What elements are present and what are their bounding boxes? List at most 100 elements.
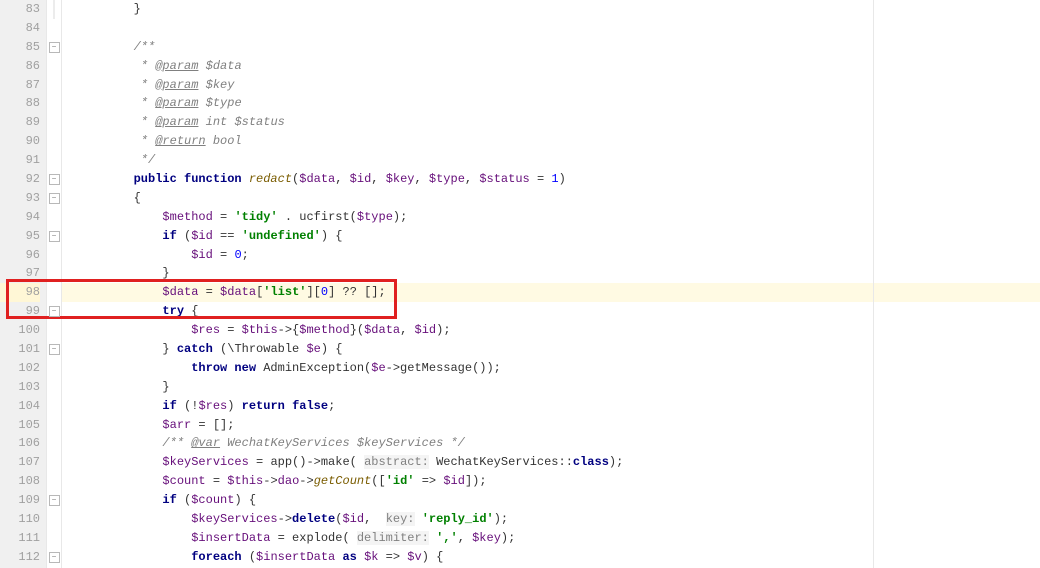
token: ); (436, 323, 450, 337)
line-number: 89 (0, 113, 40, 132)
fold-toggle-icon[interactable]: − (49, 231, 60, 242)
fold-toggle-icon[interactable]: − (49, 42, 60, 53)
fold-toggle-icon[interactable]: − (49, 306, 60, 317)
fold-cell[interactable] (47, 19, 61, 38)
code-line[interactable]: $data = $data['list'][0] ?? []; (62, 283, 1040, 302)
token: key: (386, 512, 415, 526)
token: catch (177, 342, 213, 356)
token: foreach (191, 550, 241, 564)
fold-cell[interactable] (47, 151, 61, 170)
fold-cell[interactable] (47, 378, 61, 397)
line-number: 106 (0, 434, 40, 453)
line-number: 111 (0, 529, 40, 548)
line-number: 84 (0, 19, 40, 38)
fold-cell[interactable] (47, 57, 61, 76)
code-area[interactable]: } /** * @param $data * @param $key * @pa… (62, 0, 1040, 568)
fold-cell[interactable] (47, 529, 61, 548)
fold-cell[interactable] (47, 264, 61, 283)
token: 1 (551, 172, 558, 186)
fold-toggle-icon[interactable]: − (49, 193, 60, 204)
token: */ (76, 153, 155, 167)
code-editor[interactable]: 8384858687888990919293949596979899100101… (0, 0, 1040, 568)
token: , (415, 172, 429, 186)
code-line[interactable]: try { (62, 302, 1040, 321)
token: $method (162, 210, 212, 224)
token: -> (299, 474, 313, 488)
code-line[interactable]: $count = $this->dao->getCount(['id' => $… (62, 472, 1040, 491)
code-line[interactable]: throw new AdminException($e->getMessage(… (62, 359, 1040, 378)
fold-cell[interactable] (47, 246, 61, 265)
fold-cell[interactable]: − (47, 170, 61, 189)
code-line[interactable]: { (62, 189, 1040, 208)
token: => (378, 550, 407, 564)
token: * (76, 59, 155, 73)
code-line[interactable]: if ($count) { (62, 491, 1040, 510)
code-line[interactable]: * @param int $status (62, 113, 1040, 132)
token: ); (609, 455, 623, 469)
code-line[interactable]: $arr = []; (62, 416, 1040, 435)
fold-toggle-icon[interactable]: − (49, 174, 60, 185)
token: $v (407, 550, 421, 564)
fold-toggle-icon[interactable]: − (49, 344, 60, 355)
token: $key (386, 172, 415, 186)
fold-cell[interactable] (47, 283, 61, 302)
fold-column[interactable]: − − − − − − − − (47, 0, 62, 568)
code-line[interactable]: } (62, 264, 1040, 283)
code-line[interactable]: * @param $data (62, 57, 1040, 76)
code-line[interactable]: $insertData = explode( delimiter: ',', $… (62, 529, 1040, 548)
code-line[interactable]: if (!$res) return false; (62, 397, 1040, 416)
fold-cell[interactable]: − (47, 227, 61, 246)
fold-cell[interactable] (47, 397, 61, 416)
code-line[interactable]: } catch (\Throwable $e) { (62, 340, 1040, 359)
fold-cell[interactable] (47, 113, 61, 132)
token: $insertData (256, 550, 335, 564)
fold-cell[interactable] (47, 359, 61, 378)
code-line[interactable]: * @return bool (62, 132, 1040, 151)
code-line[interactable]: public function redact($data, $id, $key,… (62, 170, 1040, 189)
code-line[interactable]: $res = $this->{$method}($data, $id); (62, 321, 1040, 340)
line-number: 108 (0, 472, 40, 491)
fold-toggle-icon[interactable]: − (49, 495, 60, 506)
code-line[interactable]: * @param $type (62, 94, 1040, 113)
token: ) (227, 399, 241, 413)
code-line[interactable] (62, 19, 1040, 38)
fold-cell[interactable] (47, 416, 61, 435)
line-number-gutter: 8384858687888990919293949596979899100101… (0, 0, 47, 568)
fold-cell[interactable] (47, 208, 61, 227)
code-line[interactable]: $keyServices->delete($id, key: 'reply_id… (62, 510, 1040, 529)
token (76, 304, 162, 318)
fold-cell[interactable]: − (47, 38, 61, 57)
code-line[interactable]: } (62, 0, 1040, 19)
fold-toggle-icon[interactable]: − (49, 552, 60, 563)
token: ); (501, 531, 515, 545)
fold-cell[interactable] (47, 453, 61, 472)
fold-cell[interactable] (47, 94, 61, 113)
fold-cell[interactable]: − (47, 302, 61, 321)
token (76, 455, 162, 469)
fold-cell[interactable]: − (47, 548, 61, 567)
code-line[interactable]: * @param $key (62, 76, 1040, 95)
fold-cell[interactable] (47, 434, 61, 453)
fold-cell[interactable] (47, 76, 61, 95)
code-line[interactable]: $keyServices = app()->make( abstract: We… (62, 453, 1040, 472)
code-line[interactable]: /** (62, 38, 1040, 57)
fold-cell[interactable]: − (47, 340, 61, 359)
code-line[interactable]: $id = 0; (62, 246, 1040, 265)
fold-cell[interactable] (47, 472, 61, 491)
token: , (364, 512, 386, 526)
token: $count (191, 493, 234, 507)
code-line[interactable]: $method = 'tidy' . ucfirst($type); (62, 208, 1040, 227)
code-line[interactable]: */ (62, 151, 1040, 170)
code-line[interactable]: foreach ($insertData as $k => $v) { (62, 548, 1040, 567)
code-line[interactable]: /** @var WechatKeyServices $keyServices … (62, 434, 1040, 453)
fold-cell[interactable]: − (47, 491, 61, 510)
fold-cell[interactable] (47, 132, 61, 151)
code-line[interactable]: } (62, 378, 1040, 397)
code-line[interactable]: if ($id == 'undefined') { (62, 227, 1040, 246)
fold-cell[interactable] (47, 510, 61, 529)
token: * (76, 134, 155, 148)
token: 0 (234, 248, 241, 262)
fold-cell[interactable] (47, 321, 61, 340)
token: @param (155, 59, 198, 73)
fold-cell[interactable]: − (47, 189, 61, 208)
